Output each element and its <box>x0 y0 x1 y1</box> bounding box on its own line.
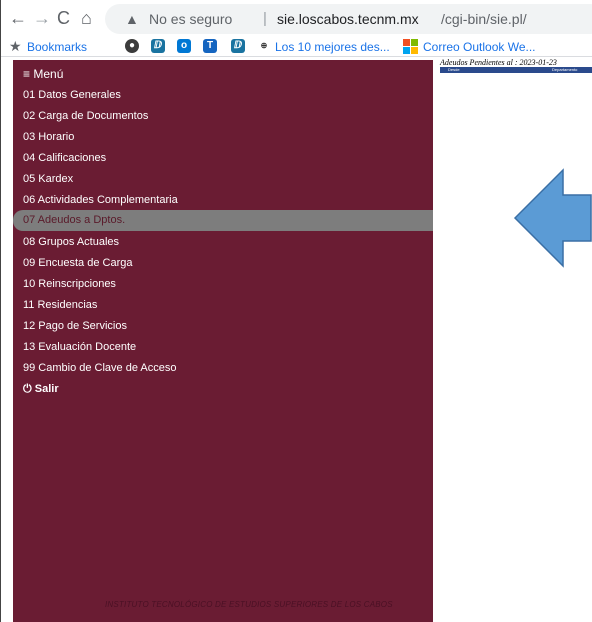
windows-icon[interactable] <box>403 39 410 46</box>
outlook-icon[interactable]: o <box>177 39 191 53</box>
back-icon[interactable]: ← <box>9 9 27 27</box>
forward-icon[interactable]: → <box>33 9 51 27</box>
bookmark-link-2[interactable]: Correo Outlook We... <box>423 40 536 54</box>
sidebar-item-cambio-clave[interactable]: 99 Cambio de Clave de Acceso <box>23 360 176 376</box>
star-icon[interactable]: ★ <box>9 38 22 55</box>
sidebar-item-horario[interactable]: 03 Horario <box>23 129 74 145</box>
hamburger-icon[interactable]: ≡ <box>23 67 30 81</box>
app-icon-1[interactable]: ⅅ <box>151 39 165 53</box>
teams-icon[interactable]: T <box>203 39 217 53</box>
sidebar-item-kardex[interactable]: 05 Kardex <box>23 171 73 187</box>
address-bar[interactable]: ▲ No es seguro | sie.loscabos.tecnm.mx /… <box>105 4 592 34</box>
warning-icon[interactable]: ▲ <box>125 11 139 27</box>
bookmarks-bar: ★ Bookmarks ● ⅅ o T ⅅ ⊕ Los 10 mejores d… <box>1 37 592 57</box>
sidebar-item-calificaciones[interactable]: 04 Calificaciones <box>23 150 106 166</box>
browser-window: ← → C ⌂ ▲ No es seguro | sie.loscabos.te… <box>0 0 592 622</box>
github-icon[interactable]: ● <box>125 39 139 53</box>
browser-toolbar: ← → C ⌂ ▲ No es seguro | sie.loscabos.te… <box>1 0 592 37</box>
left-arrow-icon <box>513 168 592 268</box>
url-path[interactable]: /cgi-bin/sie.pl/ <box>441 11 527 27</box>
sidebar-item-adeudos[interactable]: 07 Adeudos a Dptos. <box>23 212 125 228</box>
column-header: Desde <box>448 67 460 72</box>
sidebar-item-datos-generales[interactable]: 01 Datos Generales <box>23 87 121 103</box>
url-separator: | <box>263 10 267 27</box>
menu-title[interactable]: ≡ Menú <box>23 67 63 81</box>
table-header: Desde Departamento <box>440 67 592 73</box>
bookmarks-label[interactable]: Bookmarks <box>27 40 87 54</box>
bookmark-link-1[interactable]: Los 10 mejores des... <box>275 40 390 54</box>
sidebar-item-reinscripciones[interactable]: 10 Reinscripciones <box>23 276 116 292</box>
sidebar-item-residencias[interactable]: 11 Residencias <box>23 297 97 313</box>
institution-footer: INSTITUTO TECNOLÓGICO DE ESTUDIOS SUPERI… <box>105 600 393 609</box>
home-icon[interactable]: ⌂ <box>81 9 92 27</box>
windows-icon-part <box>403 47 410 54</box>
sidebar-item-encuesta-carga[interactable]: 09 Encuesta de Carga <box>23 255 132 271</box>
sidebar-menu: ≡ Menú 01 Datos Generales 02 Carga de Do… <box>13 60 433 622</box>
windows-icon-part <box>411 47 418 54</box>
url-host[interactable]: sie.loscabos.tecnm.mx <box>277 11 419 27</box>
app-icon-2[interactable]: ⅅ <box>231 39 245 53</box>
sidebar-item-evaluacion-docente[interactable]: 13 Evaluación Docente <box>23 339 136 355</box>
salir-label: Salir <box>34 383 59 395</box>
column-header: Departamento <box>552 67 578 72</box>
security-label[interactable]: No es seguro <box>149 11 232 27</box>
sidebar-item-pago-servicios[interactable]: 12 Pago de Servicios <box>23 318 127 334</box>
windows-icon-part <box>411 39 418 46</box>
menu-title-label: Menú <box>33 67 64 81</box>
pending-debts-heading: Adeudos Pendientes al : 2023-01-23 <box>440 58 557 67</box>
sidebar-item-carga-documentos[interactable]: 02 Carga de Documentos <box>23 108 148 124</box>
power-icon: ⏻ <box>23 383 32 395</box>
active-menu-band[interactable]: 07 Adeudos a Dptos. <box>13 210 433 231</box>
reload-icon[interactable]: C <box>57 9 70 27</box>
sidebar-item-actividades[interactable]: 06 Actividades Complementaria <box>23 192 178 208</box>
sidebar-item-salir[interactable]: ⏻ Salir <box>23 381 59 397</box>
sidebar-item-grupos-actuales[interactable]: 08 Grupos Actuales <box>23 234 119 250</box>
globe-icon[interactable]: ⊕ <box>257 39 271 53</box>
